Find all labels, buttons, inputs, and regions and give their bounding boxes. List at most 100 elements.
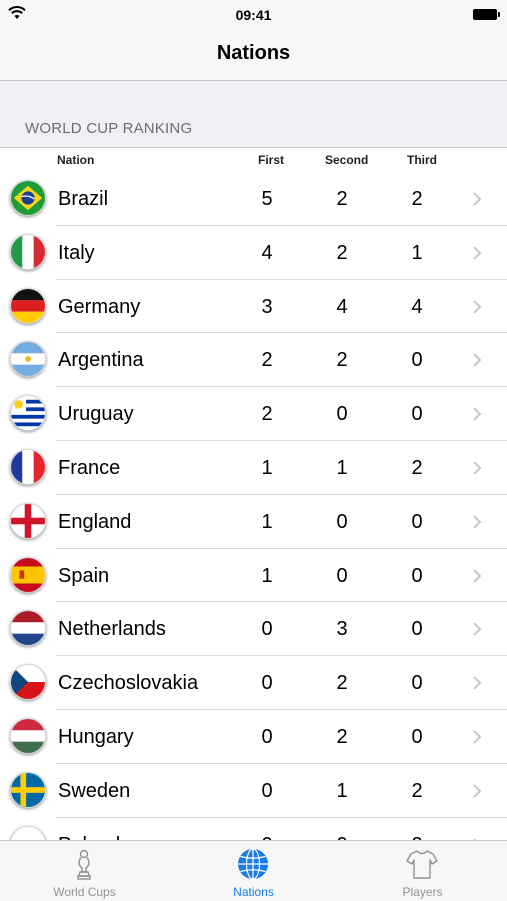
chevron-right-icon [473,676,482,690]
column-header-third: Third [407,153,437,167]
tab-world-cups[interactable]: World Cups [0,841,169,901]
nations-list[interactable]: Brazil 5 2 2 Italy 4 2 1 Germany 3 4 4 Argentina 2 2 0 U… [0,172,507,840]
second-count: 2 [336,672,348,695]
czechoslovakia-flag-icon [10,664,46,701]
third-count: 0 [411,726,423,748]
nation-name: Uruguay [58,403,134,426]
tab-bar: World Cups Nations Players [0,840,507,901]
third-count: 0 [411,672,423,695]
first-count: 2 [261,349,273,372]
nation-row-czechoslovakia[interactable]: Czechoslovakia 0 2 0 [0,656,507,710]
sweden-flag-icon [10,771,46,808]
chevron-right-icon [473,515,482,529]
third-count: 0 [411,510,423,533]
nation-name: Hungary [58,726,134,748]
trophy-icon [77,849,91,880]
chevron-right-icon [473,784,482,798]
nation-row-netherlands[interactable]: Netherlands 0 3 0 [0,602,507,657]
nation-name: Netherlands [58,618,166,641]
first-count: 1 [261,457,273,479]
chevron-right-icon [473,353,482,368]
third-count: 0 [411,564,423,587]
second-count: 0 [336,510,348,533]
nation-row-spain[interactable]: Spain 1 0 0 [0,549,507,603]
nation-row-sweden[interactable]: Sweden 0 1 2 [0,764,507,818]
second-count: 3 [336,618,348,641]
chevron-right-icon [473,622,482,637]
status-time: 09:41 [235,7,272,23]
navigation-bar: Nations [0,30,507,81]
first-count: 3 [261,295,273,318]
chevron-right-icon [473,568,482,583]
second-count: 2 [336,188,348,210]
second-count: 0 [336,564,348,587]
nation-row-germany[interactable]: Germany 3 4 4 [0,280,507,334]
second-count: 1 [336,457,348,479]
nation-name: Argentina [58,349,144,372]
third-count: 4 [411,295,423,318]
tab-label: Players [402,885,443,899]
third-count: 1 [411,241,423,264]
brazil-flag-icon [10,180,46,216]
uruguay-flag-icon [10,395,46,432]
nation-name: Czechoslovakia [58,672,199,695]
column-header-nation: Nation [57,153,95,167]
first-count: 0 [261,618,273,641]
hungary-flag-icon [10,718,46,754]
germany-flag-icon [10,287,46,324]
first-count: 2 [261,403,273,426]
third-count: 2 [411,188,423,210]
second-count: 2 [336,349,348,372]
nation-name: Spain [58,564,110,587]
nation-name: England [58,510,132,533]
column-header-first: First [258,153,285,167]
first-count: 1 [261,510,273,533]
nation-name: France [58,457,121,479]
tab-players[interactable]: Players [338,841,507,901]
nation-row-poland[interactable]: Poland002 [0,818,507,840]
spain-flag-icon [10,556,46,593]
third-count: 0 [411,618,423,641]
chevron-right-icon [473,299,482,314]
battery-icon [473,9,500,20]
second-count: 2 [336,726,348,748]
nation-name: Germany [58,295,141,318]
nation-row-uruguay[interactable]: Uruguay 2 0 0 [0,387,507,441]
third-count: 0 [411,403,423,426]
nation-row-france[interactable]: France 1 1 2 [0,441,507,495]
first-count: 1 [261,564,273,587]
globe-icon [238,848,268,880]
chevron-right-icon [473,407,482,421]
second-count: 0 [336,403,348,426]
nation-row-argentina[interactable]: Argentina 2 2 0 [0,333,507,388]
first-count: 0 [261,672,273,695]
nation-name: Italy [58,241,95,264]
status-bar: 09:41 [0,0,507,30]
nation-row-hungary[interactable]: Hungary 0 2 0 [0,710,507,764]
chevron-right-icon [473,461,482,475]
second-count: 1 [336,779,348,802]
nation-name: Brazil [58,188,109,210]
nation-row-england[interactable]: England 1 0 0 [0,495,507,549]
argentina-flag-icon [10,341,46,378]
england-flag-icon [10,502,46,539]
chevron-right-icon [473,192,482,206]
chevron-right-icon [473,730,482,744]
first-count: 5 [261,188,273,210]
italy-flag-icon [10,233,46,270]
second-count: 2 [336,241,348,264]
tab-nations[interactable]: Nations [169,841,338,901]
third-count: 0 [411,349,423,372]
page-title: Nations [216,42,291,64]
section-header-label: WORLD CUP RANKING [25,120,193,137]
nation-row-italy[interactable]: Italy 4 2 1 [0,226,507,280]
nation-row-brazil[interactable]: Brazil 5 2 2 [0,172,507,226]
third-count: 2 [411,779,423,802]
column-header-row: Nation First Second Third [0,147,507,173]
third-count: 2 [411,457,423,479]
column-header-second: Second [325,153,369,167]
tab-label: Nations [233,885,274,899]
poland-flag-icon [10,825,46,840]
section-header: WORLD CUP RANKING [0,81,507,147]
chevron-right-icon [473,246,482,260]
